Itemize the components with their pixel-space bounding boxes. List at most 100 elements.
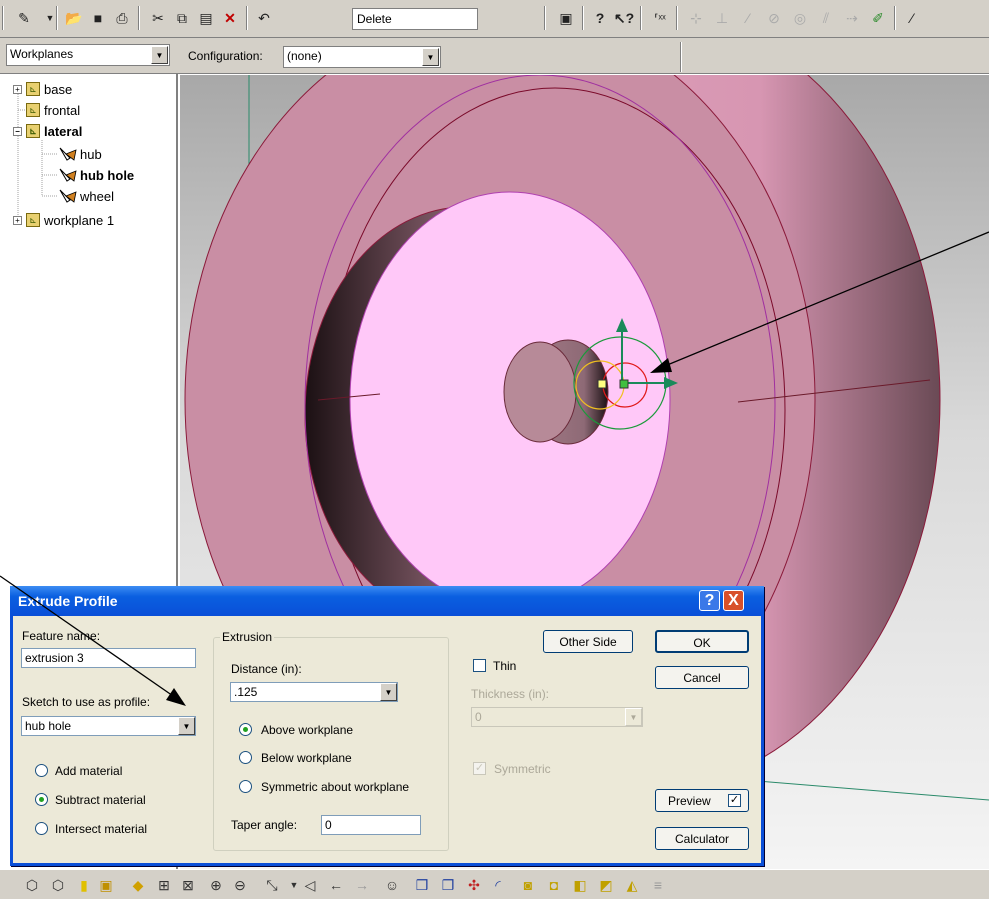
preview-button[interactable]: Preview ✓	[655, 789, 749, 812]
taper-angle-input[interactable]: 0	[321, 815, 421, 835]
help-icon[interactable]: ?	[590, 8, 610, 28]
hole-icon[interactable]: ◙	[518, 876, 538, 894]
save-icon[interactable]: ■	[88, 8, 108, 28]
cut-icon[interactable]: ✂	[148, 8, 168, 28]
record-icon[interactable]: ▣	[556, 8, 576, 28]
tree-item-label: wheel	[80, 188, 114, 204]
subtract-material-radio[interactable]	[35, 793, 48, 806]
below-workplane-label: Below workplane	[261, 751, 352, 765]
smiley-icon[interactable]: ☺	[382, 876, 402, 894]
tree-item-label: frontal	[44, 102, 81, 118]
help-button[interactable]: ?	[699, 590, 720, 611]
configuration-dropdown[interactable]: (none) ▼	[283, 46, 441, 68]
back-icon[interactable]: ←	[326, 876, 346, 894]
thin-checkbox[interactable]	[473, 659, 486, 672]
chevron-down-icon[interactable]: ▼	[380, 683, 397, 701]
tree-item-label: workplane 1	[44, 212, 115, 228]
extrude-icon[interactable]: ❒	[412, 876, 432, 894]
chamfer-icon[interactable]: ◧	[570, 876, 590, 894]
calculator-button[interactable]: Calculator	[655, 827, 749, 850]
chevron-down-icon[interactable]: ▼	[151, 46, 168, 64]
fix-icon[interactable]: ✐	[868, 8, 888, 28]
tree-item-frontal[interactable]: ⊾ frontal	[26, 101, 80, 119]
paste-icon[interactable]: ▤	[196, 8, 216, 28]
revolve-icon[interactable]: ❐	[438, 876, 458, 894]
thickness-label: Thickness (in):	[471, 687, 550, 701]
symmetric-workplane-label: Symmetric about workplane	[261, 780, 410, 794]
toolbar-separator	[246, 6, 248, 30]
above-workplane-radio[interactable]	[239, 723, 252, 736]
workplanes-dropdown[interactable]: Workplanes ▼	[6, 44, 170, 66]
cancel-button[interactable]: Cancel	[655, 666, 749, 689]
tree-item-hub[interactable]: hub	[58, 145, 102, 163]
parallel-icon[interactable]: ⫽	[816, 8, 836, 28]
shaded-icon[interactable]: ▮	[74, 876, 94, 894]
preview-checkbox[interactable]: ✓	[728, 794, 741, 807]
workplane-icon: ⊾	[26, 82, 40, 96]
loft-icon[interactable]: ◜	[488, 876, 508, 894]
print-icon[interactable]: ⎙	[112, 8, 132, 28]
delete-icon[interactable]: ✕	[220, 8, 240, 28]
perpendicular-icon[interactable]: ⊥	[712, 8, 732, 28]
expand-icon[interactable]: +	[13, 215, 22, 225]
zoom-in-icon[interactable]: ⊕	[206, 876, 226, 894]
taper-angle-label: Taper angle:	[231, 818, 298, 832]
shaded-solid-icon[interactable]: ◆	[128, 876, 148, 894]
draft-icon[interactable]: ◭	[622, 876, 642, 894]
annotation-overlay	[0, 575, 186, 706]
hub-end[interactable]	[503, 341, 577, 443]
wireframe-icon[interactable]: ⬡	[22, 876, 42, 894]
tree-item-wheel[interactable]: wheel	[58, 187, 114, 205]
sketch-icon	[59, 147, 77, 161]
concentric-icon[interactable]: ◎	[790, 8, 810, 28]
expand-icon[interactable]: +	[13, 84, 22, 94]
tangent-icon[interactable]: ⊘	[764, 8, 784, 28]
pan-icon[interactable]: ⤡	[262, 876, 282, 894]
zoom-out-icon[interactable]: ⊖	[230, 876, 250, 894]
chevron-down-icon[interactable]: ▼	[422, 48, 439, 66]
distance-input[interactable]: .125 ▼	[230, 682, 398, 702]
collapse-icon[interactable]: −	[13, 126, 22, 136]
other-side-button[interactable]: Other Side	[543, 630, 633, 653]
line-icon[interactable]: ⁄	[738, 8, 758, 28]
configuration-bar: Workplanes ▼ Configuration: (none) ▼	[0, 38, 989, 74]
intersect-material-radio[interactable]	[35, 822, 48, 835]
hidden-line-icon[interactable]: ⬡	[48, 876, 68, 894]
tree-item-workplane-1[interactable]: + ⊾ workplane 1	[13, 211, 114, 229]
pattern-icon[interactable]: ≡	[648, 876, 668, 894]
rotate-icon[interactable]: ◁	[300, 876, 320, 894]
configuration-value: (none)	[287, 49, 322, 63]
whats-this-icon[interactable]: ↖?	[614, 8, 634, 28]
symmetric-workplane-radio[interactable]	[239, 780, 252, 793]
subtract-material-label: Subtract material	[55, 793, 146, 807]
tree-item-hub-hole[interactable]: hub hole	[58, 166, 134, 184]
shaded-edges-icon[interactable]: ▣	[96, 876, 116, 894]
zoom-window-icon[interactable]: ⊠	[178, 876, 198, 894]
ok-button[interactable]: OK	[655, 630, 749, 653]
tree-item-base[interactable]: + ⊾ base	[13, 80, 72, 98]
mirror-icon[interactable]: ⇢	[842, 8, 862, 28]
intersect-material-label: Intersect material	[55, 822, 148, 836]
fillet-icon[interactable]: ◘	[544, 876, 564, 894]
close-button[interactable]: X	[723, 590, 744, 611]
constraint-icon[interactable]: ⊹	[686, 8, 706, 28]
copy-icon[interactable]: ⧉	[172, 8, 192, 28]
thickness-value: 0	[475, 710, 482, 724]
annotation-arrowhead-icon	[166, 688, 186, 706]
undo-icon[interactable]: ↶	[254, 8, 274, 28]
shell-icon[interactable]: ◩	[596, 876, 616, 894]
open-icon[interactable]: 📂	[64, 8, 84, 28]
forward-icon[interactable]: →	[352, 876, 372, 894]
sketch-icon[interactable]: ✎	[14, 8, 34, 28]
below-workplane-radio[interactable]	[239, 751, 252, 764]
dimension-icon[interactable]: ⸢ˣˣ	[650, 8, 670, 28]
sketch-handle[interactable]	[619, 379, 629, 389]
toolbar-separator	[894, 6, 896, 30]
sketch-handle[interactable]	[597, 379, 607, 389]
tree-item-lateral[interactable]: − ⊾ lateral	[13, 122, 82, 140]
sweep-icon[interactable]: ✣	[464, 876, 484, 894]
zoom-fit-icon[interactable]: ⊞	[154, 876, 174, 894]
tool-icon[interactable]: ⁄	[902, 8, 922, 28]
add-material-radio[interactable]	[35, 764, 48, 777]
configuration-label: Configuration:	[188, 49, 263, 63]
